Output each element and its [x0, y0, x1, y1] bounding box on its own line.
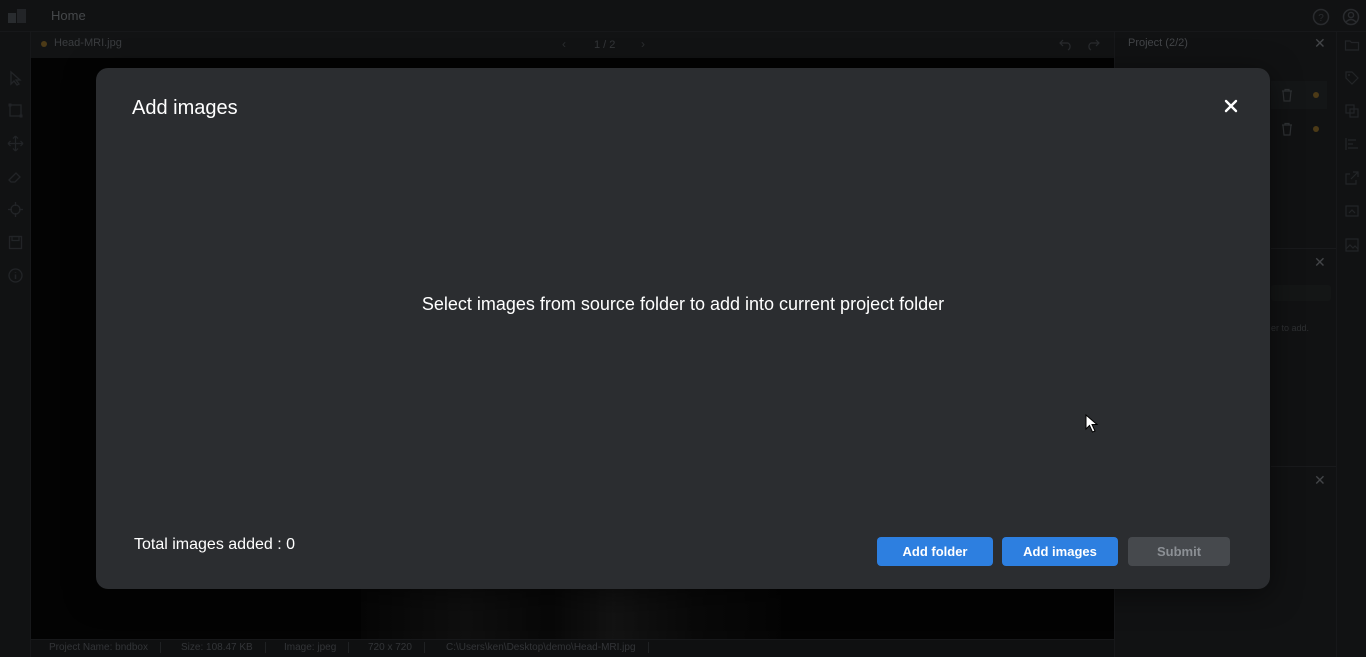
dialog-title: Add images [132, 97, 238, 119]
add-images-dialog: Add images Select images from source fol… [96, 68, 1270, 589]
add-folder-button[interactable]: Add folder [877, 537, 993, 566]
total-images-count: Total images added : 0 [134, 536, 295, 553]
close-icon [1224, 99, 1238, 113]
mouse-cursor-icon [1085, 414, 1099, 433]
close-dialog-button[interactable] [1220, 95, 1242, 117]
add-images-button[interactable]: Add images [1002, 537, 1118, 566]
app-window: Home ? Head-MRI.jpg ‹ 1 / 2 › Project Na… [0, 0, 1366, 657]
submit-button[interactable]: Submit [1128, 537, 1230, 566]
dialog-message: Select images from source folder to add … [421, 294, 945, 314]
